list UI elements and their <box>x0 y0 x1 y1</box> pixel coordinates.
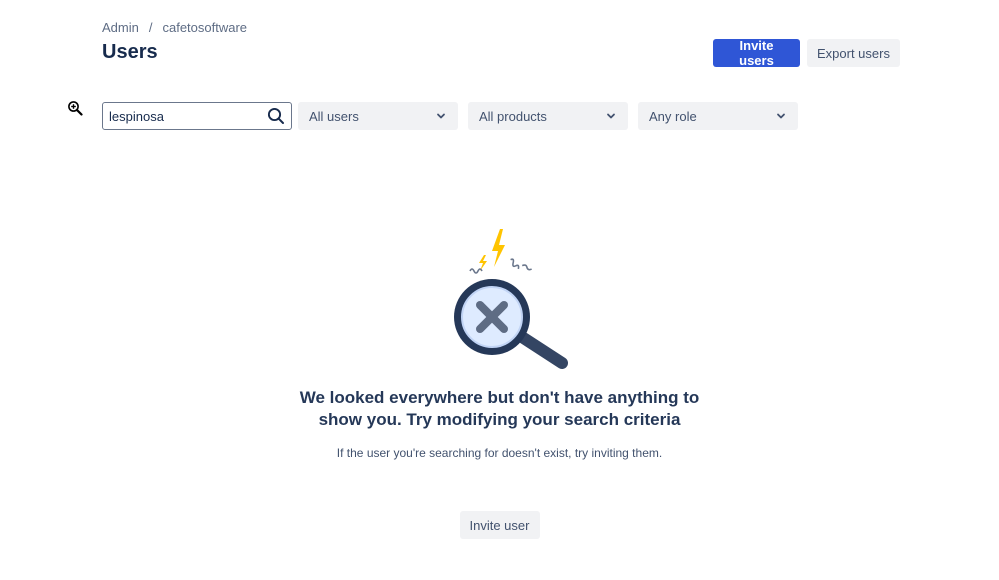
empty-state-actions: Invite user <box>0 511 999 539</box>
empty-state <box>0 225 999 375</box>
zoom-in-cursor-icon <box>68 101 83 116</box>
export-users-button[interactable]: Export users <box>807 39 900 67</box>
breadcrumb-admin[interactable]: Admin <box>102 20 139 35</box>
role-value: Any role <box>649 108 697 124</box>
page-title: Users <box>102 41 158 63</box>
users-page: Admin / cafetosoftware Users Invite user… <box>0 0 999 580</box>
chevron-down-icon <box>606 111 616 121</box>
user-status-value: All users <box>309 108 359 124</box>
search-icon[interactable] <box>267 107 285 125</box>
breadcrumb-site[interactable]: cafetosoftware <box>162 20 247 35</box>
filter-bar: All users All products Any role <box>102 102 798 130</box>
role-select[interactable]: Any role <box>638 102 798 130</box>
search-field[interactable] <box>102 102 292 130</box>
product-select[interactable]: All products <box>468 102 628 130</box>
breadcrumb: Admin / cafetosoftware <box>102 20 247 35</box>
empty-state-heading-line2: show you. Try modifying your search crit… <box>318 410 681 429</box>
invite-users-button[interactable]: Invite users <box>713 38 800 68</box>
invite-user-button[interactable]: Invite user <box>459 511 540 539</box>
user-status-select[interactable]: All users <box>298 102 458 130</box>
magnifier-no-results-icon <box>453 229 568 369</box>
empty-state-heading-line1: We looked everywhere but don't have anyt… <box>299 388 700 407</box>
search-input[interactable] <box>109 108 267 124</box>
empty-state-subtext: If the user you're searching for doesn't… <box>336 446 663 460</box>
chevron-down-icon <box>776 111 786 121</box>
breadcrumb-separator: / <box>148 20 153 35</box>
empty-state-heading: We looked everywhere but don't have anyt… <box>0 387 999 431</box>
header-actions: Invite users Export users <box>713 38 900 68</box>
product-value: All products <box>479 108 547 124</box>
chevron-down-icon <box>436 111 446 121</box>
